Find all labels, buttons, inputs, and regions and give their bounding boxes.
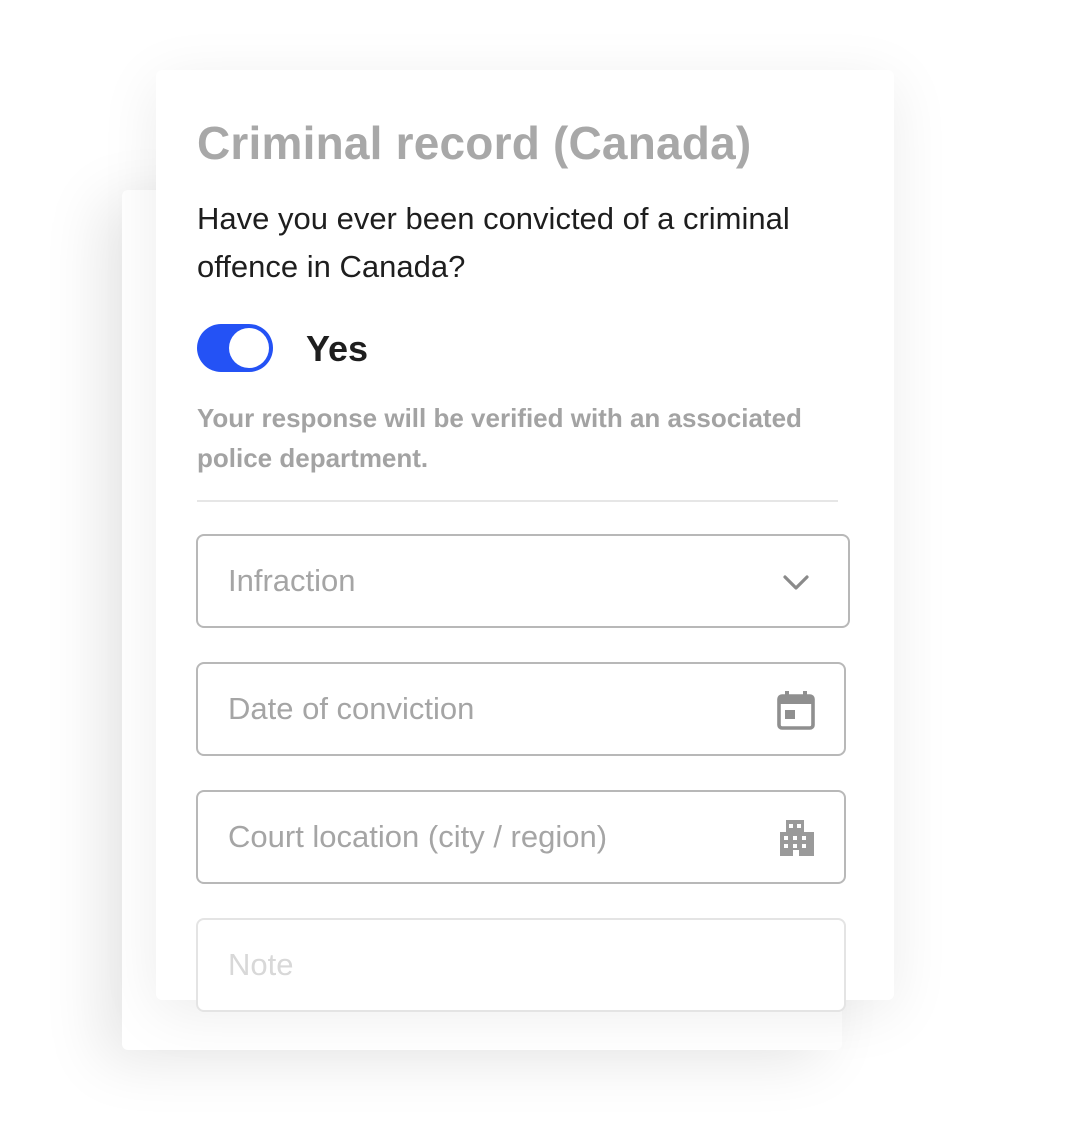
toggle-label: Yes bbox=[306, 328, 369, 369]
verification-help-text: Your response will be verified with an a… bbox=[197, 403, 802, 473]
court-location-field[interactable] bbox=[196, 790, 846, 884]
chevron-down-icon bbox=[783, 575, 809, 590]
conviction-toggle[interactable] bbox=[197, 324, 273, 372]
infraction-placeholder: Infraction bbox=[228, 563, 356, 598]
form-title: Criminal record (Canada) bbox=[197, 117, 752, 169]
note-field[interactable] bbox=[196, 918, 846, 1012]
infraction-select[interactable]: Infraction bbox=[196, 534, 850, 628]
question-text: Have you ever been convicted of a crimin… bbox=[197, 201, 790, 284]
toggle-knob bbox=[229, 328, 269, 368]
calendar-icon[interactable] bbox=[776, 690, 816, 730]
court-location-input[interactable] bbox=[228, 792, 768, 882]
date-of-conviction-field[interactable] bbox=[196, 662, 846, 756]
date-of-conviction-input[interactable] bbox=[228, 664, 768, 754]
note-input[interactable] bbox=[228, 920, 768, 1010]
building-icon bbox=[780, 820, 814, 856]
divider bbox=[197, 500, 838, 502]
page: Criminal record (Canada) Have you ever b… bbox=[0, 0, 1092, 1125]
